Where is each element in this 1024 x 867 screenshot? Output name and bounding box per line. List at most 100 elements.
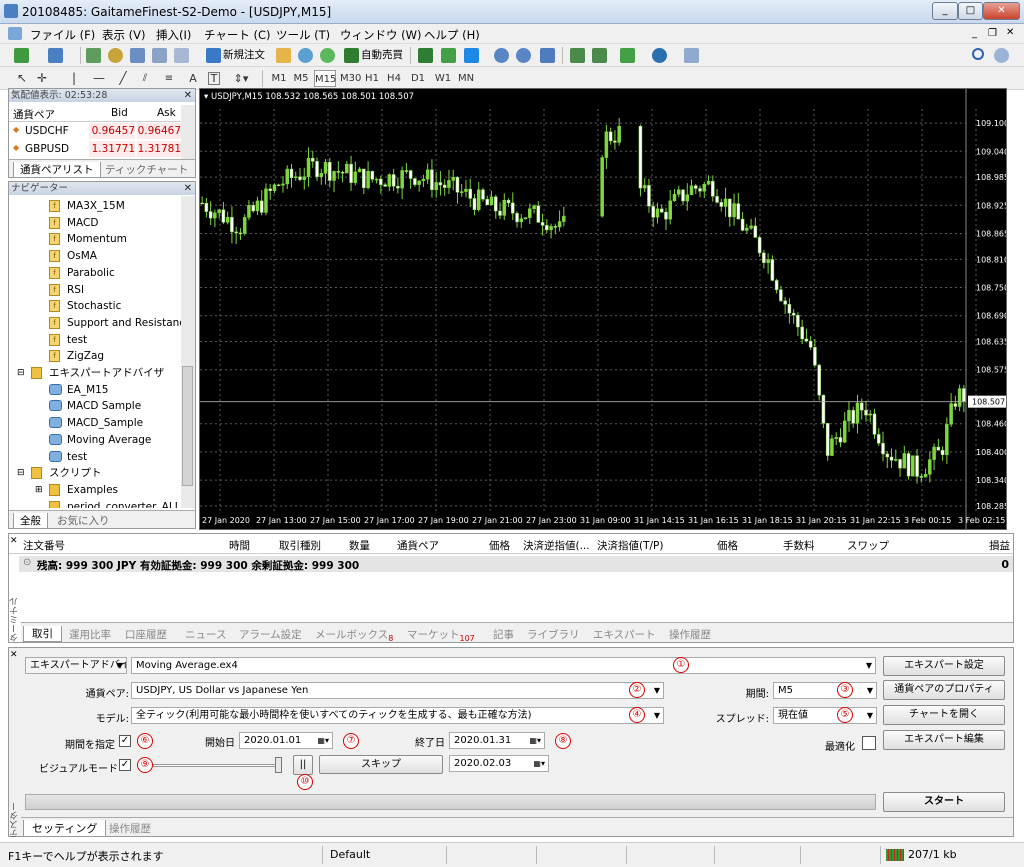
symbol-select[interactable]: USDJPY, US Dollar vs Japanese Yen ▼ — [131, 682, 664, 699]
col-price[interactable]: 価格 — [489, 538, 510, 553]
close-button[interactable]: ✕ — [983, 2, 1020, 20]
navigator-item[interactable]: f Parabolic — [9, 265, 181, 281]
auto-trading-button[interactable]: 自動売買 — [360, 47, 404, 64]
terminal-icon[interactable] — [152, 48, 167, 63]
navigator-item[interactable]: ⊟ スクリプト — [9, 465, 181, 481]
col-order[interactable]: 注文番号 — [23, 538, 65, 553]
tab-journal[interactable]: 操作履歴 — [669, 627, 711, 642]
arrows-icon[interactable]: ⇕▾ — [232, 70, 250, 87]
zoom-out-icon[interactable] — [516, 48, 531, 63]
chat-icon[interactable] — [994, 48, 1009, 63]
data-window-icon[interactable] — [108, 48, 123, 63]
navigator-item[interactable]: f test — [9, 332, 181, 348]
pause-button[interactable]: || — [293, 755, 313, 775]
community-icon[interactable] — [298, 48, 313, 63]
navigator-item[interactable]: MACD Sample — [9, 398, 181, 414]
fibonacci-icon[interactable]: ≡ — [162, 70, 176, 87]
menu-tools[interactable]: ツール (T) — [276, 27, 330, 43]
timeframe-h4[interactable]: H4 — [386, 70, 402, 87]
col-tp[interactable]: 決済指値(T/P) — [597, 538, 663, 553]
timeframe-h1[interactable]: H1 — [364, 70, 380, 87]
minimize-button[interactable]: _ — [932, 2, 958, 20]
channel-icon[interactable]: ⫽ — [138, 70, 152, 87]
use-date-checkbox[interactable]: ✓ — [119, 735, 131, 747]
close-icon[interactable]: ✕ — [184, 89, 192, 102]
cursor-icon[interactable]: ↖ — [16, 70, 28, 87]
navigator-item[interactable]: f Stochastic — [9, 298, 181, 314]
mdi-close-button[interactable]: ✕ — [1006, 27, 1014, 38]
auto-trading-icon[interactable] — [344, 48, 359, 63]
tab-tick-chart[interactable]: ティックチャート — [105, 162, 188, 177]
text-label-icon[interactable]: T — [208, 72, 220, 85]
optimize-checkbox[interactable] — [862, 736, 876, 750]
tab-news[interactable]: ニュース — [185, 627, 226, 642]
navigator-item[interactable]: f MA3X_15M — [9, 198, 181, 214]
navigator-item[interactable]: f OsMA — [9, 248, 181, 264]
tester-icon[interactable] — [174, 48, 189, 63]
navigator-item[interactable]: EA_M15 — [9, 382, 181, 398]
skip-button[interactable]: スキップ — [319, 755, 443, 774]
tester-close-icon[interactable]: ✕ — [10, 650, 18, 660]
col-time[interactable]: 時間 — [229, 538, 250, 553]
menu-view[interactable]: 表示 (V) — [102, 27, 146, 43]
symbol-properties-button[interactable]: 通貨ペアのプロパティ — [883, 680, 1005, 700]
timeframe-w1[interactable]: W1 — [434, 70, 452, 87]
col-current-price[interactable]: 価格 — [717, 538, 738, 553]
menu-insert[interactable]: 挿入(I) — [156, 27, 191, 43]
tab-tester-journal[interactable]: 操作履歴 — [109, 821, 151, 836]
navigator-item[interactable]: ⊟ エキスパートアドバイザ — [9, 365, 181, 381]
periods-icon[interactable] — [652, 48, 667, 63]
timeframe-d1[interactable]: D1 — [410, 70, 426, 87]
tester-type-select[interactable]: エキスパートアドバイザ▼ — [25, 657, 127, 674]
vertical-line-icon[interactable]: | — [70, 70, 78, 87]
search-icon[interactable] — [972, 48, 984, 60]
market-watch-scrollbar[interactable] — [181, 105, 195, 159]
candlestick-icon[interactable] — [441, 48, 456, 63]
market-watch-row[interactable]: ◆ GBPUSD 1.31771 1.31781 — [9, 141, 181, 158]
navigator-item[interactable]: f Support and Resistance — [9, 315, 181, 331]
tab-market[interactable]: マーケット107 — [407, 627, 475, 643]
indicators-icon[interactable] — [620, 48, 635, 63]
from-date-picker[interactable]: 2020.01.01 ▦▾ — [239, 732, 333, 749]
to-date-picker[interactable]: 2020.01.31 ▦▾ — [449, 732, 545, 749]
close-icon[interactable]: ✕ — [184, 182, 192, 195]
col-ask[interactable]: Ask — [157, 107, 176, 119]
bar-chart-icon[interactable] — [418, 48, 433, 63]
period-select[interactable]: M5 ▼ — [773, 682, 877, 699]
tab-experts[interactable]: エキスパート — [593, 627, 656, 642]
navigator-item[interactable]: f Momentum — [9, 231, 181, 247]
expand-icon[interactable]: ⊟ — [17, 465, 25, 481]
expand-icon[interactable]: ⊞ — [35, 482, 43, 498]
tab-trade[interactable]: 取引 — [23, 626, 62, 642]
crosshair-icon[interactable]: ✛ — [36, 70, 48, 87]
spread-select[interactable]: 現在値 ▼ — [773, 707, 877, 724]
tab-mailbox[interactable]: メールボックス8 — [315, 627, 393, 643]
tab-settings[interactable]: セッティング — [23, 820, 107, 837]
timeframe-m5[interactable]: M5 — [292, 70, 310, 87]
tile-windows-icon[interactable] — [540, 48, 555, 63]
ea-settings-button[interactable]: エキスパート設定 — [883, 656, 1005, 676]
autoscroll-icon[interactable] — [592, 48, 607, 63]
col-sl[interactable]: 決済逆指値(... — [523, 538, 590, 553]
navigator-scrollbar[interactable] — [181, 196, 195, 508]
scroll-thumb[interactable] — [182, 366, 193, 486]
metaeditor-icon[interactable] — [276, 48, 291, 63]
col-symbol[interactable]: 通貨ペア — [13, 107, 55, 122]
trendline-icon[interactable]: ╱ — [116, 70, 130, 87]
profiles-icon[interactable] — [48, 48, 63, 63]
zoom-in-icon[interactable] — [494, 48, 509, 63]
visual-mode-checkbox[interactable]: ✓ — [119, 759, 131, 771]
tab-symbols[interactable]: 通貨ペアリスト — [13, 162, 101, 178]
menu-help[interactable]: ヘルプ (H) — [424, 27, 480, 43]
text-icon[interactable]: A — [188, 70, 198, 87]
navigator-item[interactable]: MACD_Sample — [9, 415, 181, 431]
tab-alerts[interactable]: アラーム設定 — [239, 627, 302, 642]
menu-chart[interactable]: チャート (C) — [204, 27, 271, 43]
skip-date-picker[interactable]: 2020.02.03 ▦▾ — [449, 755, 549, 772]
navigator-item[interactable]: ⊞ Examples — [9, 482, 181, 498]
navigator-item[interactable]: f ZigZag — [9, 348, 181, 364]
start-button[interactable]: スタート — [883, 792, 1005, 812]
navigator-item[interactable]: Moving Average — [9, 432, 181, 448]
new-chart-icon[interactable] — [14, 48, 29, 63]
templates-icon[interactable] — [684, 48, 699, 63]
